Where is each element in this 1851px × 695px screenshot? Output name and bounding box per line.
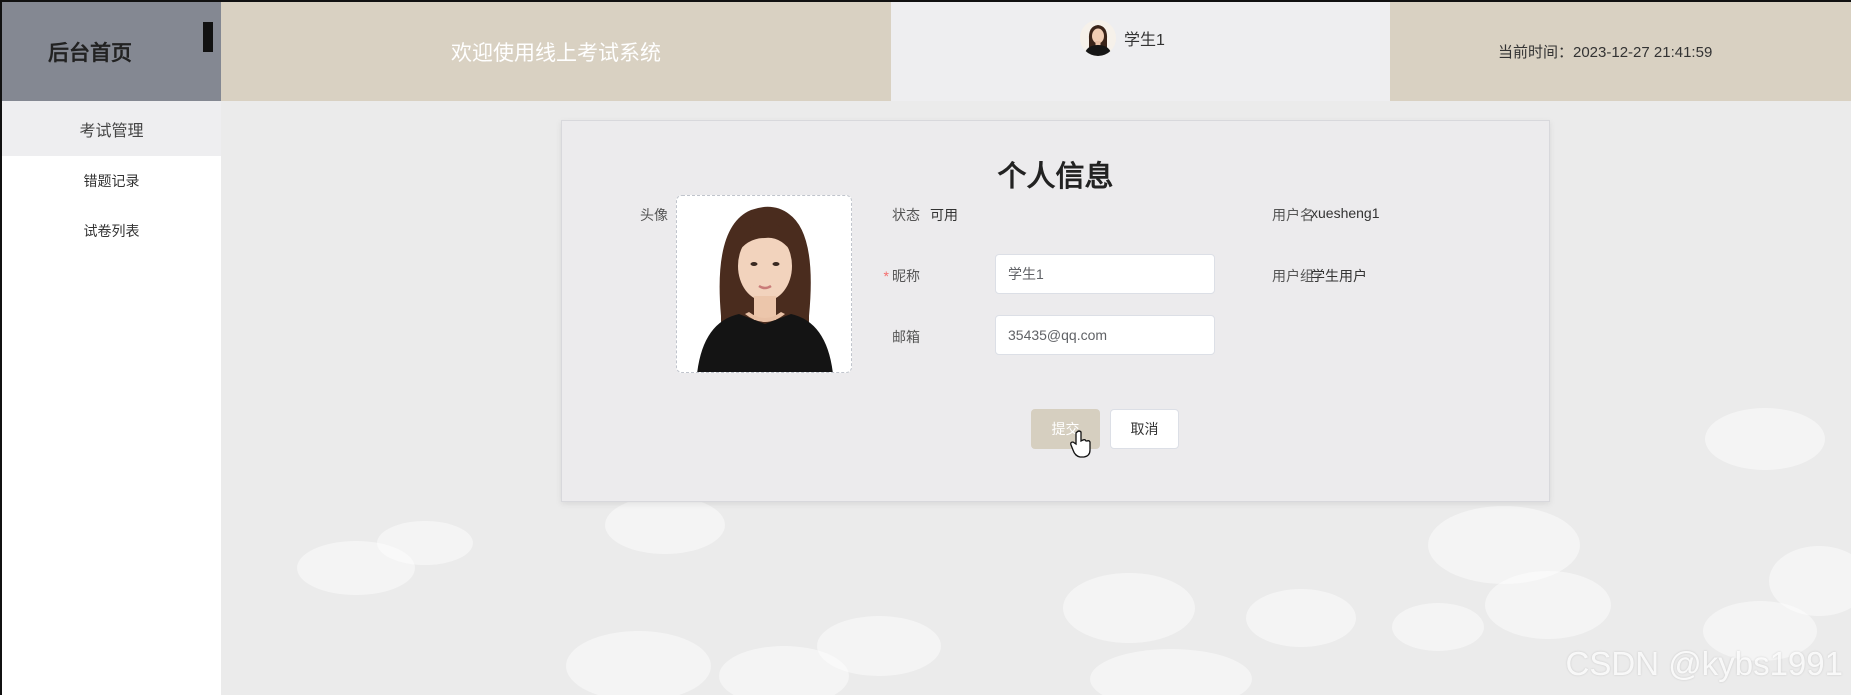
home-link[interactable]: 后台首页 [48,37,132,67]
avatar[interactable] [1080,20,1117,56]
main-content: 个人信息 头像 状态 可用 *昵称 邮箱 用户名 xuesheng1 用户组 [221,101,1851,695]
background-bubble [1392,603,1484,651]
background-bubble [1705,408,1825,470]
usergroup-label: 用户组 [1272,268,1314,284]
email-field[interactable] [995,315,1215,355]
username-label: 用户名 [1272,207,1314,223]
background-bubble [1246,589,1356,647]
avatar-upload[interactable] [676,195,852,373]
sidebar-item-paper-list[interactable]: 试卷列表 [2,206,221,256]
brand-area: 后台首页 [2,2,221,101]
welcome-banner: 欢迎使用线上考试系统 [221,2,891,101]
background-bubble [817,616,941,676]
background-bubble [566,631,711,695]
status-label: 状态 [892,207,920,223]
username-value: xuesheng1 [1311,205,1380,221]
sidebar-item-exam-management[interactable]: 考试管理 [2,101,221,156]
avatar-label: 头像 [640,207,668,223]
email-label: 邮箱 [892,329,920,345]
sidebar-item-label: 错题记录 [83,173,140,189]
current-time: 当前时间：2023-12-27 21:41:59 [1498,44,1713,61]
background-bubble [1063,573,1195,643]
nickname-label: * 昵称 [883,268,920,284]
cancel-button[interactable]: 取消 [1110,409,1179,449]
background-bubble [377,521,473,565]
user-name: 学生1 [1124,32,1165,49]
sidebar-toggle-button[interactable] [203,22,213,52]
status-value: 可用 [930,207,958,223]
usergroup-value: 学生用户 [1311,268,1367,284]
profile-photo [677,196,851,372]
submit-button[interactable]: 提交 [1031,409,1100,449]
top-header: 后台首页 欢迎使用线上考试系统 学生1 当前时间：2023-12-27 21:4… [2,2,1851,101]
sidebar-item-label: 考试管理 [79,122,144,140]
user-area: 学生1 [891,2,1390,101]
system-title: 欢迎使用线上考试系统 [451,41,661,65]
watermark: CSDN @kybs1991 [1565,645,1843,682]
background-bubble [1485,571,1611,639]
page-title: 个人信息 [997,161,1114,193]
background-bubble [1090,649,1252,695]
required-asterisk: * [883,268,889,284]
sidebar-item-wrong-records[interactable]: 错题记录 [2,156,221,206]
user-menu[interactable]: 学生1 [1080,20,1165,56]
nickname-field[interactable] [995,254,1215,294]
time-area: 当前时间：2023-12-27 21:41:59 [1390,2,1851,101]
sidebar: 考试管理 错题记录 试卷列表 [2,101,221,695]
background-bubble [605,496,725,554]
sidebar-item-label: 试卷列表 [83,223,140,239]
profile-card: 个人信息 头像 状态 可用 *昵称 邮箱 用户名 xuesheng1 用户组 [561,120,1550,502]
